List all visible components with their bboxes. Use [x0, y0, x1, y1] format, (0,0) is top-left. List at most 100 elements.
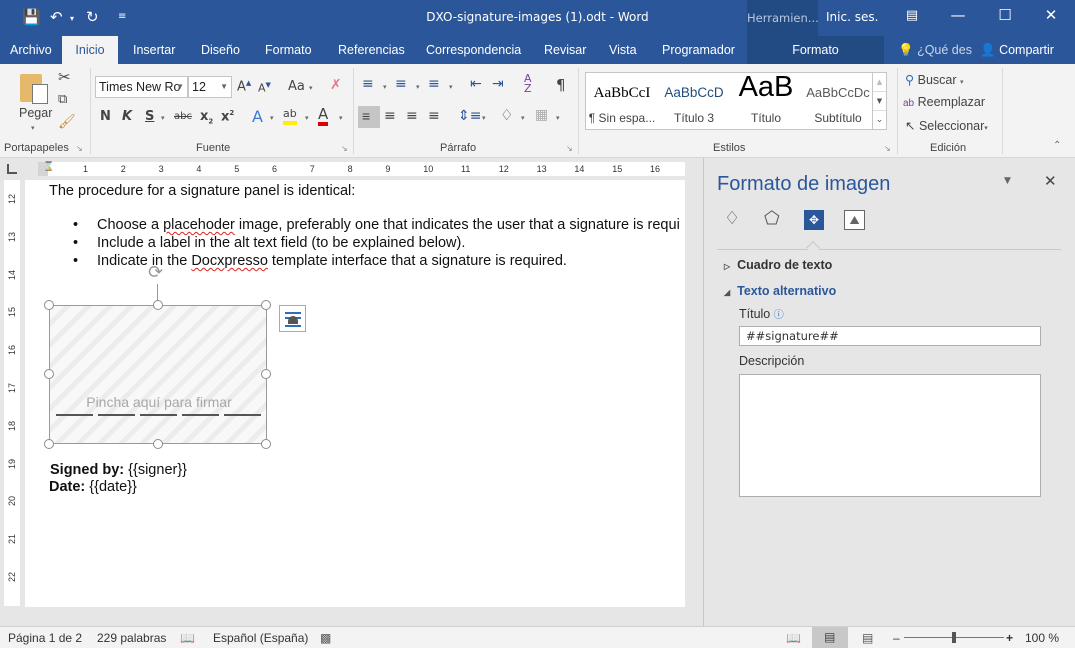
pane-options-icon[interactable]: ▼ [1004, 176, 1011, 186]
proofing-icon[interactable]: 📖 [180, 631, 195, 645]
font-color-dropdown-icon[interactable]: ▾ [339, 114, 343, 122]
underline-button[interactable]: S [145, 109, 154, 124]
rotate-handle-icon[interactable]: ⟳ [148, 262, 163, 283]
cut-icon[interactable]: ✂ [58, 68, 71, 86]
change-case-button[interactable]: Aa ▾ [288, 79, 313, 94]
tab-referencias[interactable]: Referencias [330, 36, 413, 64]
word-count[interactable]: 229 palabras [97, 631, 166, 645]
numbering-icon[interactable]: ≡ [395, 76, 407, 92]
text-effects-icon[interactable]: A [252, 107, 263, 126]
multilevel-dropdown-icon[interactable]: ▾ [449, 83, 453, 91]
tab-revisar[interactable]: Revisar [536, 36, 594, 64]
zoom-in-button[interactable]: + [1006, 631, 1013, 645]
spelling-error[interactable]: Docxpresso [191, 253, 268, 269]
bullets-icon[interactable]: ≡ [362, 76, 374, 92]
font-color-icon[interactable]: A [318, 107, 329, 126]
gallery-up-icon[interactable]: ▲ [873, 73, 886, 91]
layout-options-button[interactable] [279, 305, 306, 332]
document-page[interactable]: The procedure for a signature panel is i… [25, 180, 685, 607]
font-launcher-icon[interactable]: ↘ [341, 144, 348, 153]
line-spacing-icon[interactable]: ⇕≡ [458, 108, 481, 124]
language[interactable]: Español (España) [213, 631, 308, 645]
gallery-more-icon[interactable]: ⌄ [873, 110, 886, 129]
zoom-out-button[interactable]: – [893, 631, 900, 645]
tell-me-search[interactable]: 💡 ¿Qué des [890, 36, 980, 64]
resize-handle[interactable] [153, 300, 163, 310]
tab-picture-format[interactable]: Formato [747, 36, 884, 64]
select-button[interactable]: ↖ Seleccionar▾ [905, 118, 988, 133]
close-button[interactable]: ✕ [1036, 6, 1066, 24]
sort-icon[interactable]: AZ [524, 73, 532, 94]
font-size-combo[interactable]: 12 ▼ [188, 76, 232, 98]
share-button[interactable]: 👤 Compartir [972, 36, 1062, 64]
align-right-icon[interactable]: ≡ [406, 108, 418, 124]
tab-selector-icon[interactable] [7, 164, 17, 174]
zoom-level[interactable]: 100 % [1025, 631, 1059, 645]
shrink-font-icon[interactable]: A▼ [258, 81, 271, 95]
zoom-slider-thumb[interactable] [952, 632, 956, 643]
shading-dropdown-icon[interactable]: ▾ [521, 114, 525, 122]
strikethrough-button[interactable]: abc [174, 111, 192, 122]
text-effects-dropdown-icon[interactable]: ▾ [270, 114, 274, 122]
line-spacing-dropdown-icon[interactable]: ▾ [482, 114, 486, 122]
paste-dropdown-icon[interactable]: ▾ [31, 124, 35, 132]
grow-font-icon[interactable]: A▲ [237, 79, 251, 94]
shading-icon[interactable]: ♢ [500, 106, 513, 124]
spelling-error[interactable]: placehoder [163, 217, 235, 233]
page-count[interactable]: Página 1 de 2 [8, 631, 82, 645]
tab-correspondencia[interactable]: Correspondencia [418, 36, 529, 64]
align-left-button[interactable]: ≡ [358, 106, 380, 128]
clear-formatting-icon[interactable]: ✗ [330, 77, 342, 93]
multilevel-list-icon[interactable]: ≡ [428, 76, 440, 92]
bold-button[interactable]: N [100, 109, 111, 124]
justify-icon[interactable]: ≡ [428, 108, 440, 124]
resize-handle[interactable] [261, 300, 271, 310]
read-mode-icon[interactable]: 📖 [786, 631, 801, 645]
style-heading-3[interactable]: AaBbCcD Título 3 [658, 73, 730, 129]
horizontal-ruler[interactable]: ⌛ 1 2 3 4 5 6 7 8 9 10 11 12 13 14 15 16 [38, 162, 685, 176]
web-layout-icon[interactable]: ▤ [862, 631, 873, 645]
borders-icon[interactable]: ▦ [535, 107, 548, 123]
zoom-slider[interactable] [904, 632, 1004, 643]
vertical-ruler[interactable]: 12 13 14 15 16 17 18 19 20 21 22 [4, 180, 20, 606]
fill-line-icon[interactable]: ♢ [724, 208, 740, 229]
resize-handle[interactable] [153, 439, 163, 449]
style-subtitle[interactable]: AaBbCcDc Subtítulo [802, 73, 874, 129]
effects-icon[interactable]: ⬠ [764, 208, 780, 229]
gallery-down-icon[interactable]: ▼ [873, 91, 886, 110]
indent-marker-icon[interactable]: ⌛ [43, 162, 54, 172]
alt-text-section-toggle[interactable]: ◢ Texto alternativo [724, 284, 836, 298]
sign-in-link[interactable]: Inic. ses. [826, 10, 878, 24]
increase-indent-icon[interactable]: ⇥ [492, 76, 504, 92]
minimize-button[interactable]: — [943, 6, 973, 24]
resize-handle[interactable] [261, 369, 271, 379]
borders-dropdown-icon[interactable]: ▾ [556, 114, 560, 122]
italic-button[interactable]: K [122, 109, 132, 124]
replace-button[interactable]: ab Reemplazar [903, 95, 985, 109]
tab-formato[interactable]: Formato [257, 36, 320, 64]
pane-close-icon[interactable]: ✕ [1044, 172, 1057, 190]
picture-icon[interactable]: ⛰ [844, 210, 865, 230]
tab-archivo[interactable]: Archivo [2, 36, 60, 64]
styles-launcher-icon[interactable]: ↘ [884, 144, 891, 153]
ribbon-display-options-icon[interactable]: ▤ [897, 8, 927, 23]
style-no-spacing[interactable]: AaBbCcI ¶ Sin espa... [586, 73, 658, 129]
style-title[interactable]: AaB Título [730, 71, 802, 129]
resize-handle[interactable] [44, 369, 54, 379]
collapse-ribbon-icon[interactable]: ⌃ [1053, 140, 1061, 151]
tab-diseno[interactable]: Diseño [193, 36, 248, 64]
decrease-indent-icon[interactable]: ⇤ [470, 76, 482, 92]
tab-vista[interactable]: Vista [601, 36, 645, 64]
paste-label[interactable]: Pegar [19, 106, 52, 120]
resize-handle[interactable] [44, 439, 54, 449]
underline-dropdown-icon[interactable]: ▾ [161, 114, 165, 122]
signature-image[interactable]: Pincha aquí para firmar [49, 305, 267, 444]
format-painter-icon[interactable]: 🖌 [58, 114, 76, 130]
bullets-dropdown-icon[interactable]: ▾ [383, 83, 387, 91]
layout-properties-icon[interactable]: ✥ [804, 210, 824, 230]
paragraph-launcher-icon[interactable]: ↘ [566, 144, 573, 153]
maximize-button[interactable]: ☐ [990, 6, 1020, 24]
subscript-icon[interactable]: x2 [200, 109, 213, 126]
superscript-icon[interactable]: x2 [221, 109, 234, 124]
tab-insertar[interactable]: Insertar [125, 36, 183, 64]
